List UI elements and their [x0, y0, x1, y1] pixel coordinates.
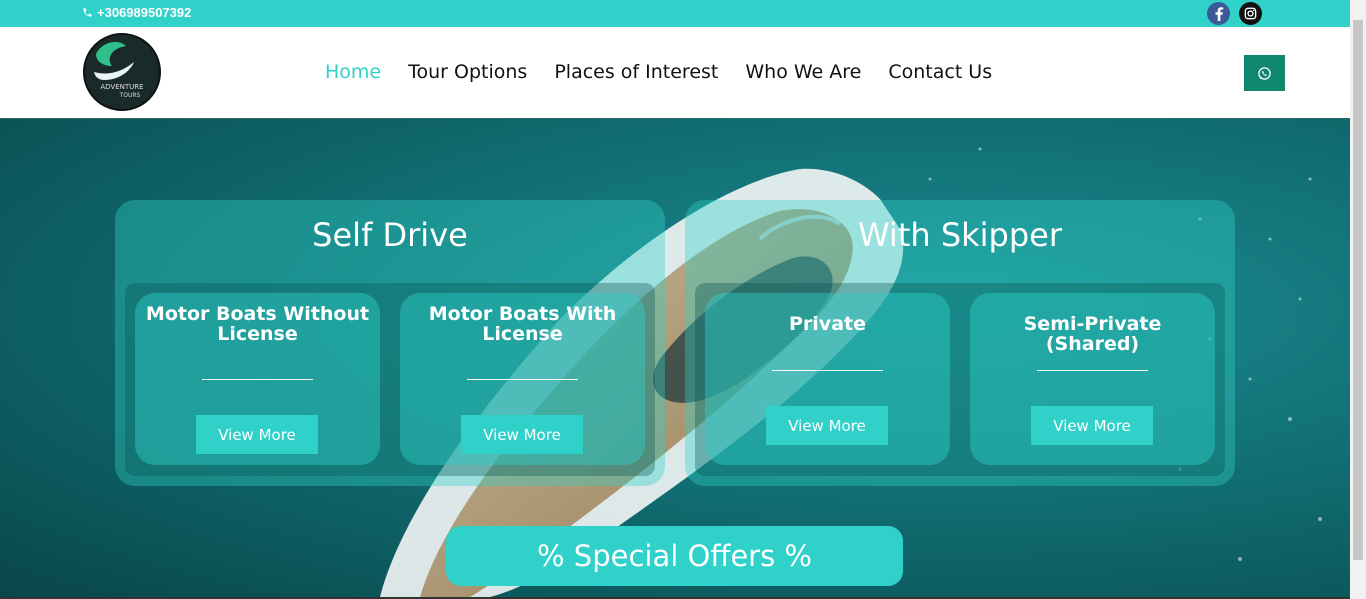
site-logo[interactable]: ADVENTURE TOURS: [82, 32, 162, 112]
view-more-button[interactable]: View More: [196, 415, 318, 454]
divider: [772, 370, 883, 371]
nav-contact-us[interactable]: Contact Us: [888, 61, 992, 83]
tour-card-with-license: Motor Boats With License View More: [400, 293, 645, 465]
svg-text:ADVENTURE: ADVENTURE: [100, 83, 143, 91]
panel-cards: Motor Boats Without License View More Mo…: [125, 283, 655, 476]
nav-places-of-interest[interactable]: Places of Interest: [554, 61, 718, 83]
panel-cards: Private View More Semi-Private (Shared) …: [695, 283, 1225, 476]
site-header: ADVENTURE TOURS Home Tour Options Places…: [0, 27, 1350, 119]
main-nav: Home Tour Options Places of Interest Who…: [325, 61, 992, 83]
with-skipper-panel: With Skipper Private View More Semi-Priv…: [685, 200, 1235, 486]
divider: [467, 379, 578, 380]
tour-card-without-license: Motor Boats Without License View More: [135, 293, 380, 465]
panel-title: With Skipper: [857, 216, 1063, 254]
card-title: Semi-Private (Shared): [1023, 313, 1162, 355]
divider: [202, 379, 313, 380]
nav-tour-options[interactable]: Tour Options: [408, 61, 527, 83]
vertical-scrollbar[interactable]: [1350, 0, 1366, 599]
panel-title: Self Drive: [312, 216, 468, 254]
self-drive-panel: Self Drive Motor Boats Without License V…: [115, 200, 665, 486]
phone-icon: [83, 8, 92, 17]
whatsapp-icon: [1258, 66, 1271, 80]
card-title: Private: [789, 313, 866, 335]
tour-card-private: Private View More: [705, 293, 950, 465]
special-offers-button[interactable]: % Special Offers %: [446, 526, 903, 586]
card-title: Motor Boats With License: [428, 303, 617, 345]
facebook-icon[interactable]: [1207, 2, 1230, 25]
instagram-icon[interactable]: [1239, 2, 1262, 25]
hero-section: Self Drive Motor Boats Without License V…: [0, 119, 1350, 597]
view-more-button[interactable]: View More: [461, 415, 583, 454]
scrollbar-thumb[interactable]: [1353, 20, 1363, 560]
view-more-button[interactable]: View More: [1031, 406, 1153, 445]
phone-contact[interactable]: +306989507392: [82, 5, 191, 20]
card-title: Motor Boats Without License: [145, 303, 370, 345]
whatsapp-button[interactable]: [1244, 55, 1285, 91]
nav-home[interactable]: Home: [325, 61, 381, 83]
divider: [1037, 370, 1148, 371]
top-bar: +306989507392: [0, 0, 1350, 27]
view-more-button[interactable]: View More: [766, 406, 888, 445]
svg-text:TOURS: TOURS: [119, 92, 141, 99]
tour-card-semi-private: Semi-Private (Shared) View More: [970, 293, 1215, 465]
phone-number: +306989507392: [97, 5, 192, 20]
nav-who-we-are[interactable]: Who We Are: [745, 61, 861, 83]
